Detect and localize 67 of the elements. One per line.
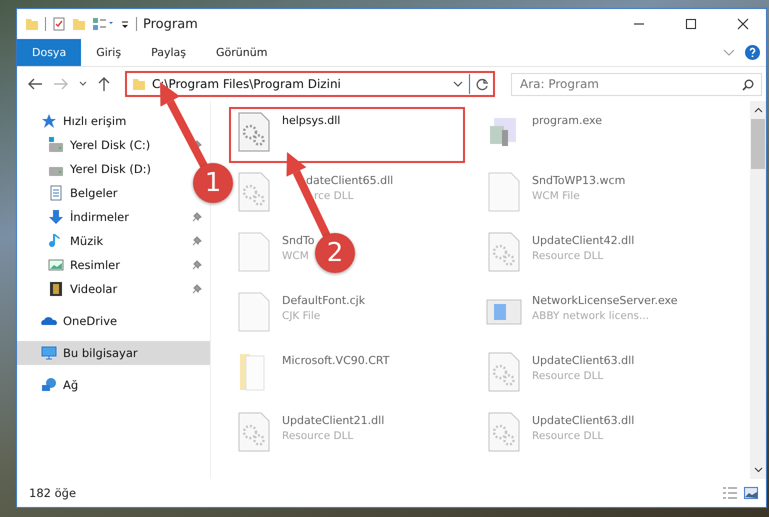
item-count: 182 öğe xyxy=(29,486,76,500)
star-icon xyxy=(41,113,57,129)
ribbon-tab[interactable]: Dosya xyxy=(17,39,82,66)
file-name: UpdateClient63.dll xyxy=(532,354,634,367)
sidebar-item[interactable]: Yerel Disk (C:) xyxy=(17,133,210,157)
file-type: Resource DLL xyxy=(532,250,604,262)
sidebar-item[interactable]: Resimler xyxy=(17,253,210,277)
file-type: rce DLL xyxy=(313,190,354,202)
file-type: ABBY network licens... xyxy=(532,310,650,322)
file-type: WCM xyxy=(282,250,310,262)
file-name: SndToWP13.wcm xyxy=(532,174,626,187)
drive-icon xyxy=(48,137,64,153)
sidebar-item[interactable]: Videolar xyxy=(17,277,210,301)
large-icons-view-icon[interactable] xyxy=(744,486,758,500)
folder-icon xyxy=(132,77,146,91)
file-name: UpdateClient21.dll xyxy=(282,414,384,427)
document-icon xyxy=(48,185,64,201)
ribbon-tab[interactable]: Giriş xyxy=(81,39,136,66)
file-type: Resource DLL xyxy=(532,430,604,442)
ribbon-tab[interactable]: Paylaş xyxy=(136,39,201,66)
file-name: Microsoft.VC90.CRT xyxy=(282,354,390,367)
sidebar-item[interactable]: Belgeler xyxy=(17,181,126,205)
dropdown-icon[interactable] xyxy=(453,81,463,87)
file-type: Resource DLL xyxy=(282,430,354,442)
help-icon[interactable] xyxy=(745,45,760,60)
sidebar-item[interactable]: İndirmeler xyxy=(17,205,210,229)
file-name: helpsys.dll xyxy=(282,114,340,127)
maximize-icon xyxy=(685,18,697,30)
file-name: dateClient65.dll xyxy=(305,174,394,187)
file-name: SndTo xyxy=(282,234,315,247)
file-item[interactable]: helpsys.dll xyxy=(229,107,465,163)
film-icon xyxy=(48,281,64,297)
expand-ribbon-icon[interactable] xyxy=(723,48,735,56)
search-icon xyxy=(742,78,754,90)
sidebar-item[interactable]: Hızlı erişim xyxy=(17,109,134,133)
file-name: UpdateClient63.dll xyxy=(532,414,634,427)
file-type: WCM File xyxy=(532,190,581,202)
file-type: CJK File xyxy=(282,310,322,322)
search-field[interactable]: Ara: Program xyxy=(511,72,762,96)
view-list-icon[interactable] xyxy=(92,17,114,31)
scroll-up-icon[interactable] xyxy=(754,107,762,113)
file-name: NetworkLicenseServer.exe xyxy=(532,294,678,307)
file-name: DefaultFont.cjk xyxy=(282,294,366,307)
monitor-icon xyxy=(41,345,57,361)
sidebar-item[interactable]: OneDrive xyxy=(17,309,126,333)
ribbon-tab[interactable]: Görünüm xyxy=(201,39,282,66)
download-arrow-icon xyxy=(48,209,64,225)
properties-icon[interactable] xyxy=(52,17,66,31)
picture-icon xyxy=(48,257,64,273)
recent-dropdown-icon[interactable] xyxy=(79,81,87,87)
refresh-icon[interactable] xyxy=(476,78,489,90)
sidebar-item[interactable]: Ağ xyxy=(17,373,86,397)
file-name: UpdateClient42.dll xyxy=(532,234,634,247)
window-title: Program xyxy=(143,16,198,32)
sidebar-item[interactable]: Bu bilgisayar xyxy=(17,341,210,365)
sidebar-item[interactable]: Yerel Disk (D:) xyxy=(17,157,160,181)
up-arrow-icon[interactable] xyxy=(97,76,111,92)
back-arrow-icon[interactable] xyxy=(27,77,43,91)
close-icon xyxy=(737,18,749,30)
scrollbar-thumb[interactable] xyxy=(751,119,765,169)
network-icon xyxy=(41,377,57,393)
address-bar[interactable]: C:\Program Files\Program Dizini xyxy=(125,71,495,97)
file-type: Resource DLL xyxy=(532,370,604,382)
sidebar-item[interactable]: Müzik xyxy=(17,229,210,253)
details-view-icon[interactable] xyxy=(722,486,738,500)
scroll-down-icon[interactable] xyxy=(754,467,762,473)
file-name: program.exe xyxy=(532,114,602,127)
